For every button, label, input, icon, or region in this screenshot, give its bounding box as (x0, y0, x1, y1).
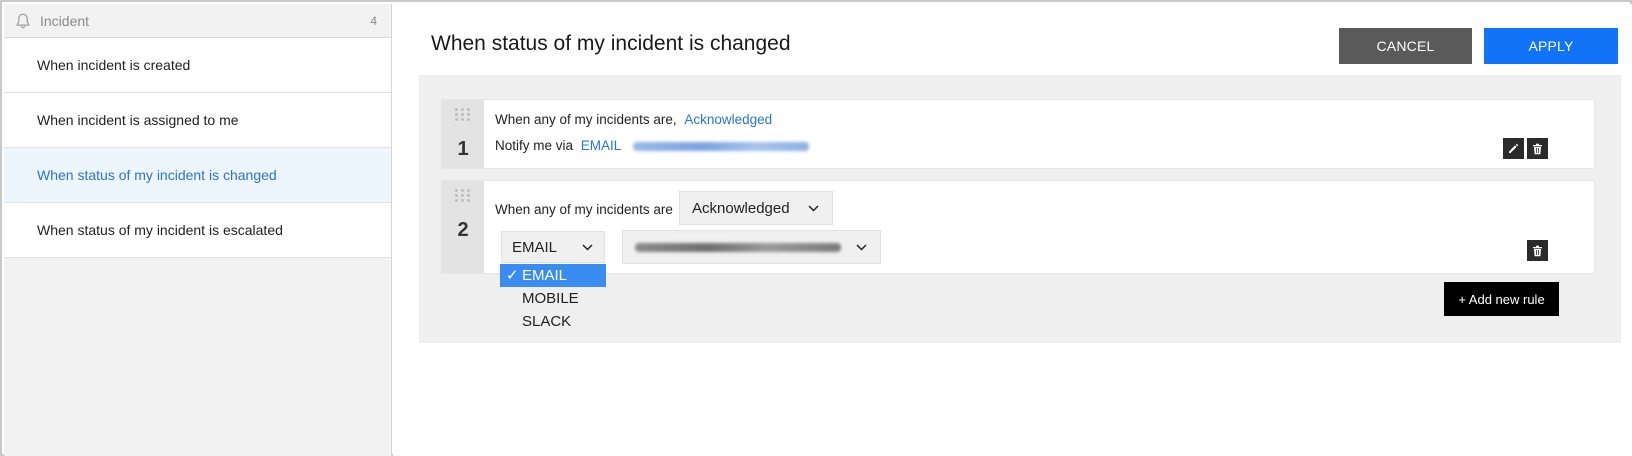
main-content: When status of my incident is changed CA… (393, 4, 1632, 456)
status-select-value: Acknowledged (692, 199, 790, 217)
dropdown-option-slack[interactable]: SLACK (500, 310, 606, 333)
dropdown-option-mobile[interactable]: MOBILE (500, 287, 606, 310)
trash-icon[interactable] (1527, 138, 1548, 159)
rule-drag-handle[interactable]: 1 (442, 100, 484, 168)
rule-notify: Notify me via EMAIL (495, 138, 809, 153)
checkmark-icon: ✓ (506, 267, 519, 284)
rules-panel: 1 When any of my incidents are, Acknowle… (419, 75, 1621, 343)
redacted-email (635, 243, 841, 253)
chevron-down-icon (854, 240, 868, 254)
channel-select-value: EMAIL (512, 238, 558, 256)
sidebar: Incident 4 When incident is created When… (4, 4, 392, 456)
dropdown-option-label: SLACK (522, 313, 572, 330)
dropdown-option-email[interactable]: ✓ EMAIL (500, 264, 606, 287)
sidebar-item-assigned[interactable]: When incident is assigned to me (4, 93, 391, 148)
apply-button[interactable]: APPLY (1484, 28, 1618, 64)
app-window: Incident 4 When incident is created When… (0, 0, 1632, 456)
sidebar-header[interactable]: Incident 4 (4, 4, 391, 38)
rule-card-2: 2 When any of my incidents are Acknowled… (441, 180, 1595, 274)
drag-grip-icon (455, 189, 471, 203)
sidebar-item-label: When status of my incident is escalated (37, 222, 283, 238)
sidebar-item-status-changed[interactable]: When status of my incident is changed (4, 148, 391, 203)
trash-icon[interactable] (1527, 240, 1548, 261)
page-title: When status of my incident is changed (431, 32, 791, 55)
sidebar-item-label: When incident is assigned to me (37, 112, 239, 128)
sidebar-header-count: 4 (370, 13, 377, 28)
rule-condition: When any of my incidents are, Acknowledg… (495, 112, 772, 127)
redacted-email (632, 141, 809, 151)
status-select[interactable]: Acknowledged (679, 191, 833, 225)
recipient-select-value (635, 239, 854, 256)
edit-icon[interactable] (1503, 138, 1524, 159)
rule-number: 1 (457, 138, 469, 160)
rule-condition-value-link[interactable]: Acknowledged (684, 112, 772, 127)
bell-icon (14, 12, 32, 30)
channel-select[interactable]: EMAIL (501, 231, 605, 263)
sidebar-list: When incident is created When incident i… (4, 38, 391, 258)
rule-condition-prefix: When any of my incidents are, (495, 112, 677, 127)
sidebar-header-title: Incident (40, 12, 90, 29)
sidebar-item-label: When status of my incident is changed (37, 167, 277, 183)
sidebar-item-label: When incident is created (37, 57, 191, 73)
drag-grip-icon (455, 108, 471, 122)
rule-condition-prefix: When any of my incidents are (495, 202, 673, 217)
chevron-down-icon (580, 240, 594, 254)
sidebar-item-escalated[interactable]: When status of my incident is escalated (4, 203, 391, 258)
rule-card-1: 1 When any of my incidents are, Acknowle… (441, 99, 1595, 169)
dropdown-option-label: EMAIL (522, 267, 568, 284)
sidebar-item-created[interactable]: When incident is created (4, 38, 391, 93)
dropdown-option-label: MOBILE (522, 290, 579, 307)
rule-number: 2 (457, 219, 469, 241)
channel-dropdown-menu: ✓ EMAIL MOBILE SLACK (500, 264, 606, 333)
recipient-select[interactable] (622, 230, 881, 264)
rule-drag-handle[interactable]: 2 (442, 181, 484, 273)
rule-notify-prefix: Notify me via (495, 138, 574, 153)
chevron-down-icon (806, 201, 820, 215)
rule-notify-channel-link[interactable]: EMAIL (581, 138, 621, 153)
add-new-rule-button[interactable]: + Add new rule (1444, 282, 1559, 316)
cancel-button[interactable]: CANCEL (1339, 28, 1472, 64)
